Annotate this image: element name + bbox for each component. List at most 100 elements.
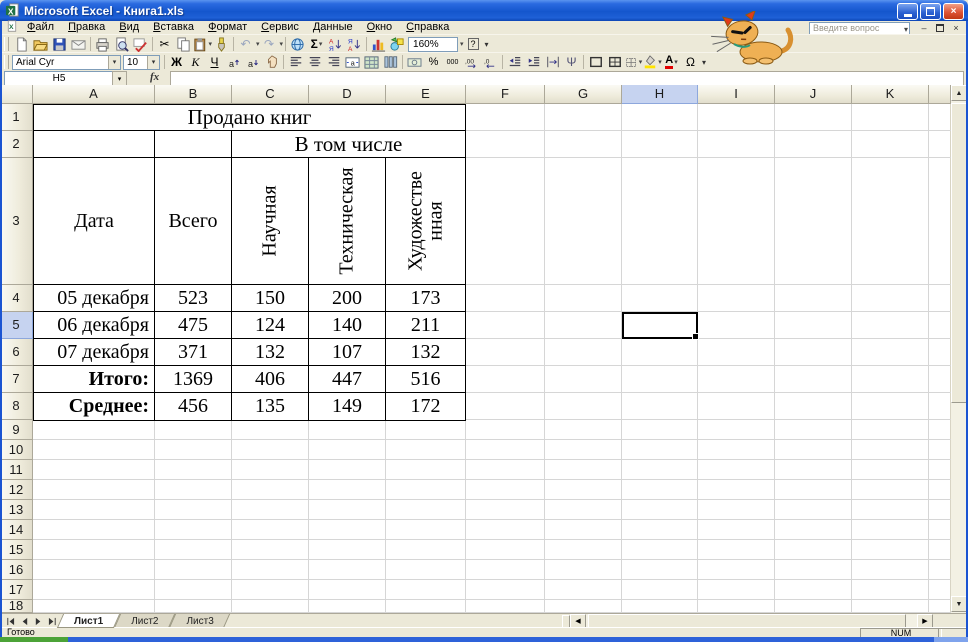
row-header-3[interactable]: 3 [0,158,33,285]
cell-value[interactable]: 211 [386,312,465,339]
prev-sheet-icon[interactable] [17,615,31,627]
print-icon[interactable] [93,36,112,52]
name-box[interactable]: H5 [4,71,114,86]
print-preview-icon[interactable] [112,36,131,52]
fill-handle[interactable] [692,333,699,340]
save-icon[interactable] [50,36,69,52]
zoom-combobox[interactable]: 160% [408,37,458,52]
sheet-tab-3[interactable]: Лист3 [172,614,227,628]
cell-value[interactable]: 1369 [155,366,232,393]
cell-value[interactable]: 173 [386,285,465,312]
cell-value[interactable]: 456 [155,393,232,420]
menu-help[interactable]: Справка [399,21,456,34]
column-header-B[interactable]: B [155,85,232,104]
increase-decimal-icon[interactable]: ,00 [462,54,481,70]
column-header-partial[interactable] [929,85,951,104]
sort-descending-icon[interactable]: ЯА [345,36,364,52]
menu-format[interactable]: Формат [201,21,254,34]
cell-value[interactable]: 150 [232,285,309,312]
toolbar-options-icon[interactable]: ▾ [485,40,489,49]
cell-value[interactable]: 447 [309,366,386,393]
column-header-H[interactable]: H [622,85,698,104]
row-header-9[interactable]: 9 [0,420,33,440]
cell-value[interactable]: 124 [232,312,309,339]
row-header-11[interactable]: 11 [0,460,33,480]
cell-value[interactable]: 132 [386,339,465,366]
grow-font-icon[interactable]: а [224,54,243,70]
increase-indent-icon[interactable] [524,54,543,70]
close-button[interactable]: × [943,3,964,20]
currency-icon[interactable] [405,54,424,70]
cell-B2[interactable] [155,131,232,158]
row-header-16[interactable]: 16 [0,560,33,580]
sheet-tab-1[interactable]: Лист1 [60,614,117,628]
mail-icon[interactable] [69,36,88,52]
cell-A2[interactable] [34,131,155,158]
scroll-right-icon[interactable]: ▶ [917,614,933,628]
cut-icon[interactable]: ✂ [155,36,174,52]
font-size-combobox[interactable]: 10▾ [123,55,160,70]
align-left-icon[interactable] [286,54,305,70]
chart-wizard-icon[interactable] [369,36,388,52]
insert-symbol-icon[interactable]: Ω [681,54,700,70]
vertical-scroll-thumb[interactable] [951,103,967,403]
average-label-cell[interactable]: Среднее: [34,393,155,420]
row-header-15[interactable]: 15 [0,540,33,560]
menu-insert[interactable]: Вставка [146,21,201,34]
wrap-text-icon[interactable]: Ψ [562,54,581,70]
workbook-close-button[interactable]: × [948,21,964,34]
table-grid-icon[interactable] [362,54,381,70]
cell-value[interactable]: 135 [232,393,309,420]
cell-value[interactable]: 371 [155,339,232,366]
formula-input[interactable] [170,71,964,86]
table-title-cell[interactable]: Продано книг [34,105,465,131]
cell-value[interactable]: 516 [386,366,465,393]
workbook-minimize-button[interactable]: – [916,21,932,34]
column-header-C[interactable]: C [232,85,309,104]
align-right-icon[interactable] [324,54,343,70]
sheet-tab-2[interactable]: Лист2 [117,614,172,628]
font-color-icon[interactable]: А▾ [662,54,681,70]
italic-icon[interactable]: К [186,54,205,70]
spelling-icon[interactable] [131,36,150,52]
menu-view[interactable]: Вид [112,21,146,34]
percent-style-icon[interactable]: % [424,54,443,70]
scroll-left-icon[interactable]: ◀ [570,614,586,628]
row-header-12[interactable]: 12 [0,480,33,500]
row-header-13[interactable]: 13 [0,500,33,520]
restore-button[interactable] [920,3,941,20]
undo-icon[interactable]: ↶ [236,36,255,52]
decrease-indent-icon[interactable] [505,54,524,70]
first-sheet-icon[interactable] [3,615,17,627]
cell-value[interactable]: 140 [309,312,386,339]
column-header-K[interactable]: K [852,85,929,104]
row-header-5[interactable]: 5 [0,312,33,339]
scroll-up-icon[interactable]: ▲ [951,85,967,101]
horizontal-scrollbar[interactable]: ◀ ▶ [570,614,949,628]
cell-value[interactable]: 523 [155,285,232,312]
sort-ascending-icon[interactable]: АЯ [326,36,345,52]
cell-date[interactable]: 07 декабря [34,339,155,366]
row-header-4[interactable]: 4 [0,285,33,312]
cell-value[interactable]: 200 [309,285,386,312]
cell-value[interactable]: 406 [232,366,309,393]
menu-edit[interactable]: Правка [61,21,112,34]
scroll-down-icon[interactable]: ▼ [951,596,967,612]
minimize-button[interactable] [897,3,918,20]
columns-icon[interactable] [381,54,400,70]
row-header-18[interactable]: 18 [0,600,33,613]
group-header-cell[interactable]: В том числе [232,131,465,158]
next-sheet-icon[interactable] [31,615,45,627]
insert-function-icon[interactable]: fx [150,71,159,83]
cell-date[interactable]: 06 декабря [34,312,155,339]
row-header-7[interactable]: 7 [0,366,33,393]
active-cell-H5[interactable] [622,312,698,339]
row-header-8[interactable]: 8 [0,393,33,420]
merge-center-icon[interactable]: a [343,54,362,70]
new-document-icon[interactable] [12,36,31,52]
help-icon[interactable]: ? [464,36,483,52]
redo-icon[interactable]: ↷ [260,36,279,52]
row-header-2[interactable]: 2 [0,131,33,158]
autosum-icon[interactable]: Σ▾ [307,36,326,52]
cell-value[interactable]: 475 [155,312,232,339]
